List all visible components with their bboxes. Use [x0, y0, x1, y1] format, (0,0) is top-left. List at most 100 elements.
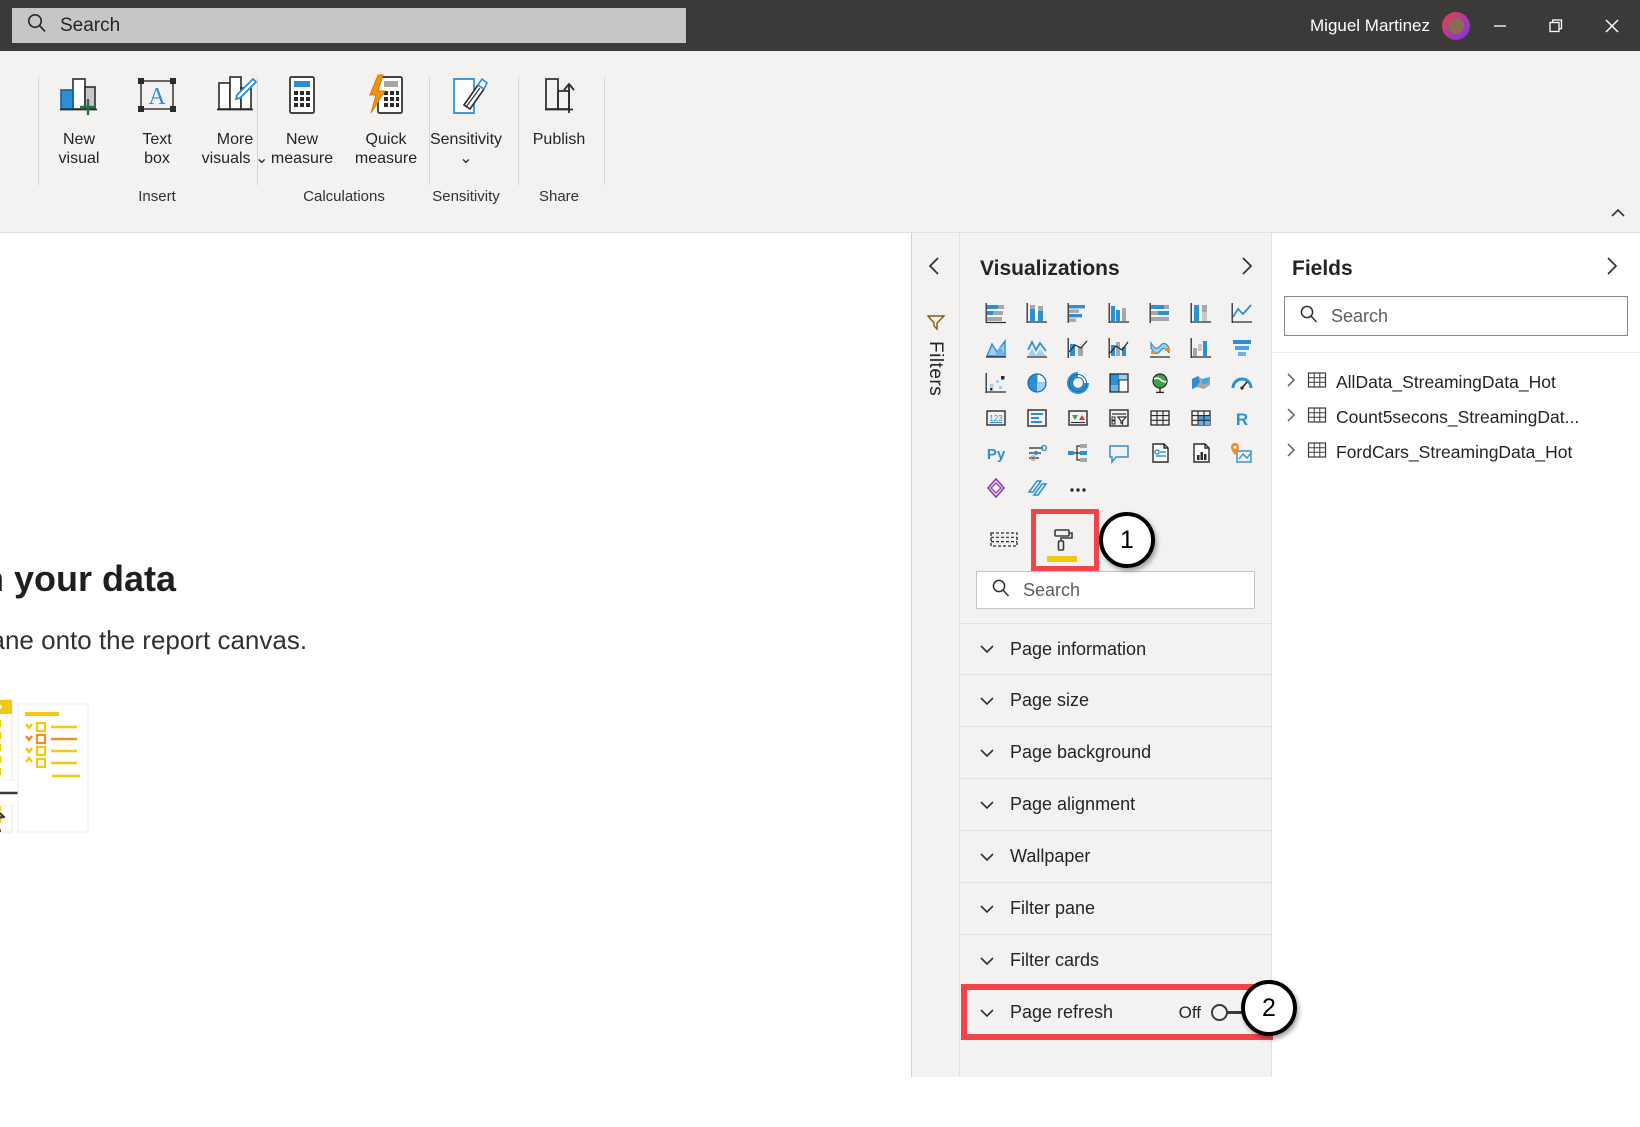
search-icon	[991, 578, 1011, 603]
field-table-label: Count5secons_StreamingDat...	[1336, 407, 1579, 428]
smart-narrative-icon[interactable]	[1140, 436, 1180, 470]
section-filter-cards[interactable]: Filter cards	[960, 935, 1271, 987]
decomposition-tree-icon[interactable]	[1058, 436, 1098, 470]
quick-measure-button[interactable]: Quickmeasure	[344, 61, 428, 169]
stacked-area-chart-icon[interactable]	[1017, 331, 1057, 365]
chevron-right-icon[interactable]	[1284, 441, 1298, 464]
treemap-icon[interactable]	[1099, 366, 1139, 400]
section-page-background[interactable]: Page background	[960, 727, 1271, 779]
section-label: Wallpaper	[1010, 846, 1090, 867]
minimize-button[interactable]	[1472, 0, 1528, 51]
format-search-placeholder: Search	[1023, 580, 1080, 601]
100-stacked-bar-chart-icon[interactable]	[1140, 296, 1180, 330]
highlight-box-page-refresh	[961, 984, 1273, 1040]
close-button[interactable]	[1584, 0, 1640, 51]
ribbon-group-refresh-clipped: esh	[0, 61, 20, 221]
chevron-down-icon	[978, 747, 996, 759]
visualizations-header: Visualizations	[960, 233, 1271, 294]
publish-icon	[533, 67, 585, 127]
avatar[interactable]	[1442, 12, 1470, 40]
table-icon	[1307, 371, 1327, 394]
key-influencers-icon[interactable]	[1017, 436, 1057, 470]
expand-visualizations-icon[interactable]	[1237, 255, 1255, 282]
global-search-box[interactable]: Search	[12, 8, 686, 43]
chevron-down-icon	[978, 851, 996, 863]
fields-pane: Fields Search AllData_StreamingData_Hot …	[1272, 233, 1640, 1077]
donut-chart-icon[interactable]	[1058, 366, 1098, 400]
section-page-alignment[interactable]: Page alignment	[960, 779, 1271, 831]
pie-chart-icon[interactable]	[1017, 366, 1057, 400]
stacked-bar-chart-icon[interactable]	[976, 296, 1016, 330]
canvas-illustration	[0, 698, 240, 868]
new-visual-button[interactable]: Newvisual	[40, 61, 118, 169]
visualizations-pane: Visualizations	[960, 233, 1272, 1077]
quick-measure-label: Quickmeasure	[355, 131, 417, 169]
powerapps-icon[interactable]	[976, 471, 1016, 505]
list-item[interactable]: Count5secons_StreamingDat...	[1272, 400, 1640, 435]
card-icon[interactable]: 123	[976, 401, 1016, 435]
more-visuals-label: Morevisuals ⌄	[202, 131, 269, 169]
table-icon[interactable]	[1140, 401, 1180, 435]
filters-pane-tab[interactable]: Filters	[912, 233, 960, 1077]
filled-map-icon[interactable]	[1181, 366, 1221, 400]
fields-search-input[interactable]: Search	[1284, 296, 1628, 336]
field-table-label: AllData_StreamingData_Hot	[1336, 372, 1556, 393]
ribbon-chart-icon[interactable]	[1140, 331, 1180, 365]
100-stacked-column-chart-icon[interactable]	[1181, 296, 1221, 330]
chevron-right-icon[interactable]	[1284, 371, 1298, 394]
ribbon-group-sensitivity: Sensitivity⌄ Sensitivity	[425, 61, 507, 221]
section-page-information[interactable]: Page information	[960, 623, 1271, 675]
slicer-icon[interactable]	[1099, 401, 1139, 435]
multi-row-card-icon[interactable]	[1017, 401, 1057, 435]
section-page-size[interactable]: Page size	[960, 675, 1271, 727]
new-measure-button[interactable]: Newmeasure	[260, 61, 344, 169]
funnel-chart-icon[interactable]	[1222, 331, 1262, 365]
fields-tab[interactable]	[982, 522, 1026, 562]
section-filter-pane[interactable]: Filter pane	[960, 883, 1271, 935]
clustered-bar-chart-icon[interactable]	[1058, 296, 1098, 330]
user-account-area[interactable]: Miguel Martinez	[1310, 0, 1470, 51]
sensitivity-button[interactable]: Sensitivity⌄	[425, 61, 507, 169]
kpi-icon[interactable]	[1058, 401, 1098, 435]
map-icon[interactable]	[1140, 366, 1180, 400]
line-chart-icon[interactable]	[1222, 296, 1262, 330]
chevron-down-icon	[978, 955, 996, 967]
section-wallpaper[interactable]: Wallpaper	[960, 831, 1271, 883]
stacked-column-chart-icon[interactable]	[1017, 296, 1057, 330]
gauge-icon[interactable]	[1222, 366, 1262, 400]
power-automate-icon[interactable]	[1017, 471, 1057, 505]
publish-button[interactable]: Publish	[520, 61, 598, 150]
text-box-button[interactable]: A Textbox	[118, 61, 196, 169]
format-sections-list: Page information Page size Page backgrou…	[960, 623, 1271, 1039]
format-search-input[interactable]: Search	[976, 571, 1255, 609]
report-canvas[interactable]: als with your data e Fields pane onto th…	[0, 233, 912, 1077]
waterfall-chart-icon[interactable]	[1181, 331, 1221, 365]
line-and-clustered-column-chart-icon[interactable]	[1099, 331, 1139, 365]
collapse-ribbon-button[interactable]	[1608, 207, 1628, 226]
chevron-down-icon	[978, 695, 996, 707]
new-measure-icon	[276, 67, 328, 127]
matrix-icon[interactable]	[1181, 401, 1221, 435]
r-script-visual-icon[interactable]: R	[1222, 401, 1262, 435]
python-visual-icon[interactable]: Py	[976, 436, 1016, 470]
list-item[interactable]: FordCars_StreamingData_Hot	[1272, 435, 1640, 470]
area-chart-icon[interactable]	[976, 331, 1016, 365]
list-item[interactable]: AllData_StreamingData_Hot	[1272, 365, 1640, 400]
expand-fields-icon[interactable]	[1602, 255, 1620, 282]
chevron-right-icon[interactable]	[1284, 406, 1298, 429]
refresh-button[interactable]: esh	[0, 61, 20, 150]
more-visuals-icon	[209, 67, 261, 127]
restore-button[interactable]	[1528, 0, 1584, 51]
table-icon	[1307, 441, 1327, 464]
section-label: Filter pane	[1010, 898, 1095, 919]
collapse-filters-icon[interactable]	[926, 255, 944, 282]
more-options-icon[interactable]	[1058, 471, 1098, 505]
fields-search-placeholder: Search	[1331, 306, 1388, 327]
paginated-report-icon[interactable]	[1181, 436, 1221, 470]
arcgis-maps-icon[interactable]	[1222, 436, 1262, 470]
line-and-stacked-column-chart-icon[interactable]	[1058, 331, 1098, 365]
chevron-down-icon	[978, 799, 996, 811]
scatter-chart-icon[interactable]	[976, 366, 1016, 400]
q-and-a-icon[interactable]	[1099, 436, 1139, 470]
clustered-column-chart-icon[interactable]	[1099, 296, 1139, 330]
